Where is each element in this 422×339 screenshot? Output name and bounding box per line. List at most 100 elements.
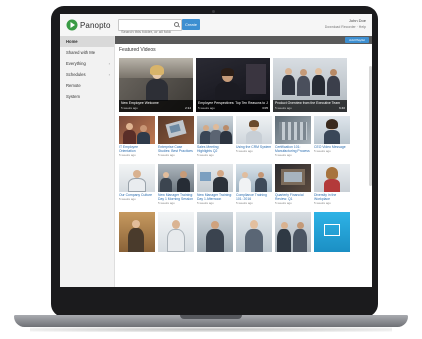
sidebar-item-label: Everything bbox=[66, 61, 86, 66]
video-title[interactable]: Enterprise Case Studies: Best Practices bbox=[158, 145, 194, 153]
video-card[interactable]: Using the CRM System 5 weeks ago bbox=[236, 116, 272, 160]
user-name[interactable]: John Doe bbox=[325, 17, 366, 24]
video-title[interactable]: Quarterly Financial Review: Q1 bbox=[275, 193, 311, 201]
video-card[interactable]: Diversity in the Workplace 5 weeks ago bbox=[314, 164, 350, 208]
video-title[interactable]: Compliance Training 101: 2016 bbox=[236, 193, 272, 201]
video-thumbnail[interactable] bbox=[197, 164, 233, 192]
sidebar-item-label: Remote bbox=[66, 83, 81, 88]
sidebar-item-everything[interactable]: Everything › bbox=[60, 58, 114, 69]
video-card[interactable] bbox=[314, 212, 350, 252]
video-thumbnail[interactable] bbox=[236, 116, 272, 144]
video-date: 5 weeks ago bbox=[119, 153, 136, 158]
video-thumbnail[interactable] bbox=[119, 116, 155, 144]
video-card[interactable] bbox=[275, 212, 311, 252]
video-thumbnail[interactable] bbox=[158, 164, 194, 192]
video-title[interactable]: Certification 101: Manufacturing Process bbox=[275, 145, 311, 153]
video-caption: Employee Perspectives: Top Ten Reasons t… bbox=[196, 100, 270, 112]
sidebar-item-label: Home bbox=[66, 39, 78, 44]
video-date: 5 weeks ago bbox=[314, 149, 331, 154]
search-input[interactable] bbox=[119, 26, 171, 37]
account-links[interactable]: Download Recorder · Help bbox=[325, 24, 366, 30]
video-thumbnail[interactable] bbox=[314, 164, 350, 192]
sidebar: Home Shared with Me Everything › Schedul… bbox=[60, 36, 115, 287]
video-date: 5 weeks ago bbox=[121, 105, 138, 110]
featured-video-card[interactable]: New Employee Welcome 5 weeks ago 2:14 bbox=[119, 58, 193, 112]
scrollbar[interactable] bbox=[369, 66, 372, 186]
webcam-dot bbox=[212, 10, 215, 13]
video-thumbnail[interactable] bbox=[158, 212, 194, 252]
section-title: Featured Videos bbox=[119, 47, 156, 53]
search-icon[interactable] bbox=[174, 22, 179, 27]
search-box[interactable] bbox=[118, 19, 182, 37]
panopto-logo-icon bbox=[66, 19, 78, 31]
video-thumbnail[interactable] bbox=[197, 212, 233, 252]
video-title[interactable]: IT Employee Orientation bbox=[119, 145, 155, 153]
video-card[interactable] bbox=[158, 212, 194, 252]
video-date: 5 weeks ago bbox=[158, 153, 175, 158]
video-thumbnail[interactable] bbox=[236, 164, 272, 192]
video-card[interactable]: New Manager Training: Day 1 Morning Sess… bbox=[158, 164, 194, 208]
video-date: 5 weeks ago bbox=[275, 201, 292, 206]
video-date: 5 weeks ago bbox=[314, 201, 331, 206]
video-thumbnail[interactable] bbox=[119, 164, 155, 192]
video-thumbnail[interactable] bbox=[119, 212, 155, 252]
video-duration: 6:40 bbox=[339, 106, 345, 110]
sidebar-item-label: System bbox=[66, 94, 80, 99]
laptop-hinge-notch bbox=[180, 315, 242, 319]
app-header: Panopto Create John Doe Download Recorde… bbox=[60, 14, 372, 37]
chevron-right-icon: › bbox=[108, 72, 110, 77]
video-card[interactable]: CEO Video Message 5 weeks ago bbox=[314, 116, 350, 160]
video-card[interactable]: Sales Meeting Highlights Q2 5 weeks ago bbox=[197, 116, 233, 160]
video-duration: 2:14 bbox=[185, 106, 191, 110]
add-playlist-button[interactable]: Add Playlist bbox=[345, 37, 369, 43]
video-thumbnail[interactable] bbox=[275, 116, 311, 144]
video-card[interactable]: Quarterly Financial Review: Q1 5 weeks a… bbox=[275, 164, 311, 208]
video-date: 5 weeks ago bbox=[197, 201, 214, 206]
video-date: 5 weeks ago bbox=[158, 201, 175, 206]
main-content: Add Playlist Featured Videos New Employe… bbox=[115, 36, 372, 287]
video-duration: 3:05 bbox=[262, 106, 268, 110]
video-card[interactable] bbox=[197, 212, 233, 252]
video-caption: New Employee Welcome 5 weeks ago bbox=[119, 100, 193, 112]
sidebar-item-remote[interactable]: Remote bbox=[60, 80, 114, 91]
video-title[interactable]: New Manager Training: Day 1 Afternoon bbox=[197, 193, 233, 201]
video-thumbnail[interactable] bbox=[275, 164, 311, 192]
featured-video-card[interactable]: Employee Perspectives: Top Ten Reasons t… bbox=[196, 58, 270, 112]
video-card[interactable]: Our Company Culture 5 weeks ago bbox=[119, 164, 155, 208]
video-title: Product Overview from the Executive Team bbox=[275, 101, 340, 105]
video-title: Employee Perspectives: Top Ten Reasons t… bbox=[198, 101, 268, 105]
video-card[interactable]: IT Employee Orientation 5 weeks ago bbox=[119, 116, 155, 160]
video-date: 5 weeks ago bbox=[236, 149, 253, 154]
video-card[interactable] bbox=[119, 212, 155, 252]
video-thumbnail[interactable] bbox=[197, 116, 233, 144]
video-card[interactable] bbox=[236, 212, 272, 252]
video-title[interactable]: Diversity in the Workplace bbox=[314, 193, 350, 201]
panopto-logo[interactable]: Panopto bbox=[66, 18, 111, 32]
user-menu[interactable]: John Doe Download Recorder · Help bbox=[325, 17, 366, 30]
video-title[interactable]: Sales Meeting Highlights Q2 bbox=[197, 145, 233, 153]
video-thumbnail[interactable] bbox=[314, 212, 350, 252]
video-thumbnail[interactable] bbox=[314, 116, 350, 144]
laptop-shadow bbox=[30, 327, 392, 332]
chevron-right-icon: › bbox=[108, 61, 110, 66]
video-card[interactable]: Compliance Training 101: 2016 5 weeks ag… bbox=[236, 164, 272, 208]
sidebar-item-home[interactable]: Home bbox=[60, 36, 114, 47]
video-thumbnail[interactable] bbox=[158, 116, 194, 144]
create-button[interactable]: Create bbox=[182, 19, 200, 30]
sidebar-item-schedules[interactable]: Schedules › bbox=[60, 69, 114, 80]
video-date: 5 weeks ago bbox=[197, 153, 214, 158]
sidebar-item-system[interactable]: System bbox=[60, 91, 114, 102]
video-date: 5 weeks ago bbox=[275, 153, 292, 158]
video-card[interactable]: Certification 101: Manufacturing Process… bbox=[275, 116, 311, 160]
video-title[interactable]: New Manager Training: Day 1 Morning Sess… bbox=[158, 193, 194, 201]
video-thumbnail[interactable] bbox=[275, 212, 311, 252]
sidebar-item-label: Shared with Me bbox=[66, 50, 96, 55]
sidebar-item-label: Schedules bbox=[66, 72, 86, 77]
video-card[interactable]: New Manager Training: Day 1 Afternoon 5 … bbox=[197, 164, 233, 208]
sidebar-item-shared[interactable]: Shared with Me bbox=[60, 47, 114, 58]
video-card[interactable]: Enterprise Case Studies: Best Practices … bbox=[158, 116, 194, 160]
video-date: 5 weeks ago bbox=[198, 105, 215, 110]
featured-video-card[interactable]: Product Overview from the Executive Team… bbox=[273, 58, 347, 112]
title-bar: Add Playlist bbox=[115, 36, 372, 44]
video-thumbnail[interactable] bbox=[236, 212, 272, 252]
